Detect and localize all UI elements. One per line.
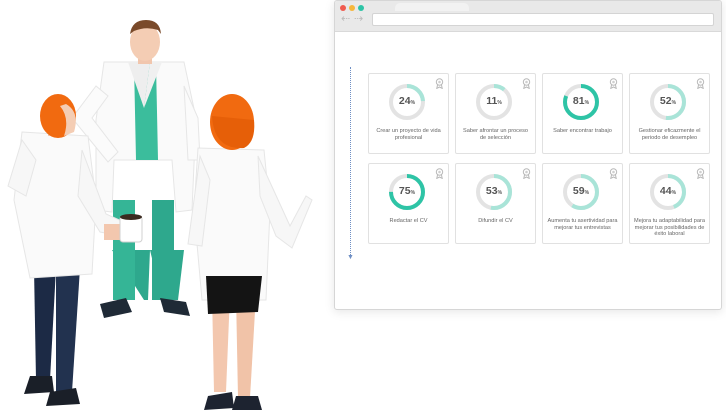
progress-timeline: ▼ bbox=[347, 67, 354, 263]
award-badge-icon bbox=[609, 78, 618, 89]
progress-number: 24 bbox=[398, 95, 411, 107]
skill-card-label: Mejora tu adaptabilidad para mejorar tus… bbox=[634, 218, 705, 238]
maximize-dot[interactable] bbox=[358, 5, 364, 11]
award-badge-icon bbox=[696, 168, 705, 179]
timeline-line bbox=[350, 67, 351, 255]
progress-number: 11 bbox=[486, 95, 498, 107]
progress-unit: % bbox=[671, 190, 677, 196]
skill-card[interactable]: 81% Saber encontrar trabajo bbox=[542, 73, 623, 154]
skill-card-label: Difundir el CV bbox=[478, 218, 513, 224]
progress-value: 81% bbox=[561, 95, 601, 110]
timeline-arrow-icon: ▼ bbox=[347, 254, 354, 261]
progress-number: 53 bbox=[485, 185, 498, 197]
skill-card[interactable]: 52% Gestionar eficazmente el periodo de d… bbox=[629, 73, 710, 154]
skill-card[interactable]: 59% Aumenta tu asertividad para mejorar t… bbox=[542, 163, 623, 244]
forward-arrow-icon[interactable]: ⇢ bbox=[354, 13, 363, 25]
progress-unit: % bbox=[671, 100, 677, 106]
award-badge-icon bbox=[609, 168, 618, 179]
award-badge-icon bbox=[435, 78, 444, 89]
progress-unit: % bbox=[584, 100, 590, 106]
right-person-figure bbox=[187, 94, 313, 410]
progress-unit: % bbox=[410, 100, 416, 106]
progress-value: 59% bbox=[561, 185, 601, 200]
award-badge-icon bbox=[522, 78, 531, 89]
skill-card[interactable]: 53% Difundir el CV bbox=[455, 163, 536, 244]
skill-card[interactable]: 75% Redactar el CV bbox=[368, 163, 449, 244]
award-badge-icon bbox=[522, 168, 531, 179]
browser-window: ⇠ ⇢ bbox=[334, 0, 722, 310]
skill-card-label: Redactar el CV bbox=[389, 218, 428, 224]
browser-chrome: ⇠ ⇢ bbox=[335, 1, 721, 32]
progress-number: 59 bbox=[572, 185, 585, 197]
minimize-dot[interactable] bbox=[349, 5, 355, 11]
people-illustration bbox=[7, 20, 313, 410]
award-badge-icon bbox=[696, 78, 705, 89]
skill-card-label: Saber encontrar trabajo bbox=[553, 128, 612, 134]
skill-card[interactable]: 24% Crear un proyecto de vida profesional bbox=[368, 73, 449, 154]
progress-number: 81 bbox=[572, 95, 585, 107]
progress-number: 52 bbox=[659, 95, 672, 107]
progress-value: 11% bbox=[474, 95, 514, 110]
award-badge-icon bbox=[435, 168, 444, 179]
progress-value: 24% bbox=[387, 95, 427, 110]
skill-card-label: Gestionar eficazmente el periodo de dese… bbox=[638, 128, 701, 141]
skill-card-label: Crear un proyecto de vida profesional bbox=[376, 128, 441, 141]
back-arrow-icon[interactable]: ⇠ bbox=[341, 13, 350, 25]
close-dot[interactable] bbox=[340, 5, 346, 11]
progress-value: 75% bbox=[387, 185, 427, 200]
browser-tab[interactable] bbox=[395, 3, 469, 11]
progress-value: 44% bbox=[648, 185, 688, 200]
progress-unit: % bbox=[497, 190, 503, 196]
skill-card-label: Saber afrontar un proceso de selección bbox=[463, 128, 528, 141]
progress-number: 75 bbox=[398, 185, 411, 197]
progress-unit: % bbox=[410, 190, 416, 196]
address-bar[interactable] bbox=[372, 13, 714, 26]
progress-unit: % bbox=[584, 190, 590, 196]
skill-card-label: Aumenta tu asertividad para mejorar tus … bbox=[547, 218, 618, 231]
progress-value: 52% bbox=[648, 95, 688, 110]
progress-unit: % bbox=[497, 100, 502, 106]
progress-number: 44 bbox=[659, 185, 672, 197]
scene: ⇠ ⇢ ▼ 24% Crear un proyecto de vida profe… bbox=[0, 0, 726, 418]
skill-card[interactable]: 44% Mejora tu adaptabilidad para mejorar … bbox=[629, 163, 710, 244]
skill-card[interactable]: 11% Saber afrontar un proceso de selecció… bbox=[455, 73, 536, 154]
progress-value: 53% bbox=[474, 185, 514, 200]
